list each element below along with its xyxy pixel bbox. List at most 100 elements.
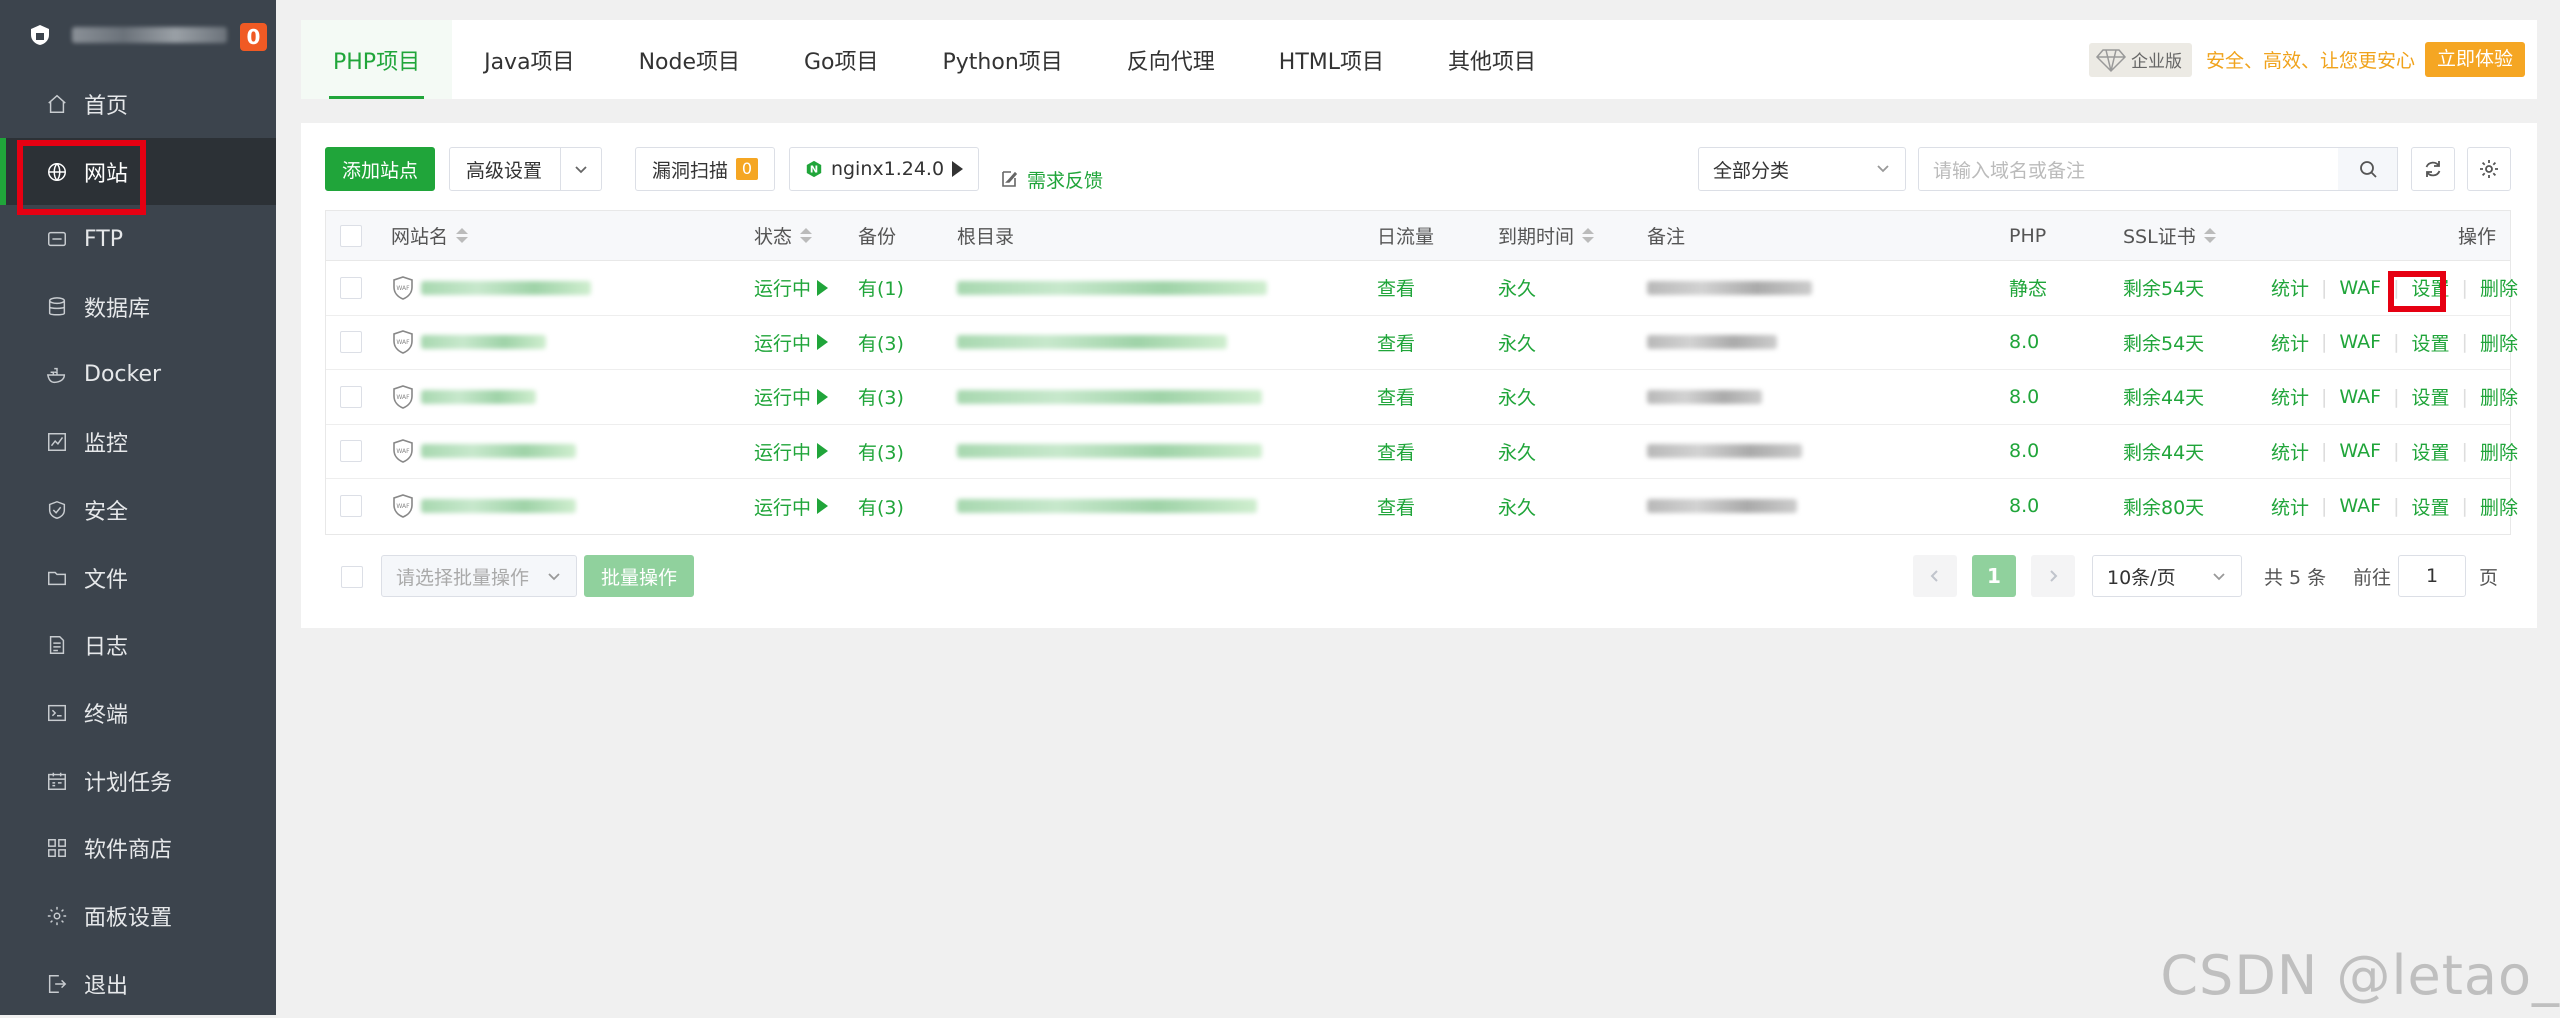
- vuln-scan-button[interactable]: 漏洞扫描 0: [635, 147, 775, 191]
- advanced-settings-button[interactable]: 高级设置: [449, 147, 602, 191]
- select-all-checkbox[interactable]: [340, 225, 362, 247]
- sidebar-item-ftp[interactable]: FTP: [0, 205, 276, 273]
- sidebar-item-logout[interactable]: 退出: [0, 950, 276, 1018]
- stats-link[interactable]: 统计: [2271, 274, 2309, 301]
- backup-link[interactable]: 有(1): [858, 274, 904, 301]
- tab-python[interactable]: Python项目: [911, 20, 1095, 99]
- add-site-button[interactable]: 添加站点: [325, 147, 435, 191]
- ssl-link[interactable]: 剩余54天: [2123, 329, 2204, 356]
- sidebar-item-database[interactable]: 数据库: [0, 273, 276, 341]
- tab-other[interactable]: 其他项目: [1416, 20, 1568, 99]
- settings-link[interactable]: 设置: [2412, 329, 2450, 356]
- row-checkbox[interactable]: [340, 495, 362, 517]
- try-now-button[interactable]: 立即体验: [2425, 42, 2525, 77]
- chevron-down-icon[interactable]: [573, 161, 589, 177]
- search-input[interactable]: 请输入域名或备注: [1918, 147, 2339, 191]
- batch-operation-button[interactable]: 批量操作: [584, 555, 694, 597]
- php-version-link[interactable]: 静态: [2009, 274, 2047, 301]
- backup-link[interactable]: 有(3): [858, 493, 904, 520]
- tab-php[interactable]: PHP项目: [301, 20, 452, 99]
- ssl-link[interactable]: 剩余54天: [2123, 274, 2204, 301]
- expire-link[interactable]: 永久: [1498, 438, 1536, 465]
- traffic-link[interactable]: 查看: [1377, 329, 1415, 356]
- row-checkbox[interactable]: [340, 331, 362, 353]
- category-select[interactable]: 全部分类: [1698, 147, 1906, 191]
- sidebar-item-files[interactable]: 文件: [0, 544, 276, 612]
- site-name-cell[interactable]: WAF: [391, 438, 576, 464]
- goto-page-input[interactable]: 1: [2398, 555, 2466, 597]
- settings-link[interactable]: 设置: [2412, 438, 2450, 465]
- root-path[interactable]: [957, 444, 1262, 458]
- tab-java[interactable]: Java项目: [452, 20, 606, 99]
- search-button[interactable]: [2338, 147, 2398, 191]
- backup-link[interactable]: 有(3): [858, 329, 904, 356]
- nginx-button[interactable]: N nginx1.24.0: [789, 147, 979, 191]
- col-expire[interactable]: 到期时间: [1498, 222, 1594, 249]
- sidebar-item-monitor[interactable]: 监控: [0, 408, 276, 476]
- traffic-link[interactable]: 查看: [1377, 274, 1415, 301]
- notification-badge[interactable]: 0: [240, 23, 267, 51]
- status-running[interactable]: 运行中: [754, 274, 828, 301]
- note-cell[interactable]: [1647, 335, 1777, 349]
- traffic-link[interactable]: 查看: [1377, 438, 1415, 465]
- php-version-link[interactable]: 8.0: [2009, 331, 2039, 353]
- root-path[interactable]: [957, 281, 1267, 295]
- root-path[interactable]: [957, 335, 1227, 349]
- traffic-link[interactable]: 查看: [1377, 493, 1415, 520]
- expire-link[interactable]: 永久: [1498, 329, 1536, 356]
- stats-link[interactable]: 统计: [2271, 438, 2309, 465]
- waf-link[interactable]: WAF: [2339, 277, 2381, 299]
- backup-link[interactable]: 有(3): [858, 438, 904, 465]
- traffic-link[interactable]: 查看: [1377, 383, 1415, 410]
- ssl-link[interactable]: 剩余44天: [2123, 438, 2204, 465]
- status-running[interactable]: 运行中: [754, 383, 828, 410]
- sidebar-item-security[interactable]: 安全: [0, 476, 276, 544]
- site-name-cell[interactable]: WAF: [391, 275, 591, 301]
- waf-link[interactable]: WAF: [2339, 495, 2381, 517]
- note-cell[interactable]: [1647, 499, 1797, 513]
- waf-link[interactable]: WAF: [2339, 386, 2381, 408]
- row-checkbox[interactable]: [340, 386, 362, 408]
- php-version-link[interactable]: 8.0: [2009, 495, 2039, 517]
- settings-link[interactable]: 设置: [2412, 493, 2450, 520]
- delete-link[interactable]: 删除: [2480, 329, 2518, 356]
- waf-link[interactable]: WAF: [2339, 331, 2381, 353]
- stats-link[interactable]: 统计: [2271, 329, 2309, 356]
- delete-link[interactable]: 删除: [2480, 493, 2518, 520]
- delete-link[interactable]: 删除: [2480, 274, 2518, 301]
- sidebar-item-store[interactable]: 软件商店: [0, 815, 276, 883]
- php-version-link[interactable]: 8.0: [2009, 440, 2039, 462]
- waf-link[interactable]: WAF: [2339, 440, 2381, 462]
- page-number-current[interactable]: 1: [1972, 555, 2016, 597]
- sidebar-item-cron[interactable]: 计划任务: [0, 747, 276, 815]
- ssl-link[interactable]: 剩余44天: [2123, 383, 2204, 410]
- sidebar-item-docker[interactable]: Docker: [0, 341, 276, 409]
- tab-go[interactable]: Go项目: [772, 20, 911, 99]
- expire-link[interactable]: 永久: [1498, 493, 1536, 520]
- ssl-link[interactable]: 剩余80天: [2123, 493, 2204, 520]
- tab-node[interactable]: Node项目: [607, 20, 772, 99]
- note-cell[interactable]: [1647, 281, 1812, 295]
- stats-link[interactable]: 统计: [2271, 383, 2309, 410]
- delete-link[interactable]: 删除: [2480, 383, 2518, 410]
- prev-page-button[interactable]: [1913, 555, 1957, 597]
- status-running[interactable]: 运行中: [754, 438, 828, 465]
- sidebar-item-home[interactable]: 首页: [0, 70, 276, 138]
- tab-reverse-proxy[interactable]: 反向代理: [1095, 20, 1247, 99]
- footer-select-all-checkbox[interactable]: [341, 566, 363, 588]
- stats-link[interactable]: 统计: [2271, 493, 2309, 520]
- root-path[interactable]: [957, 390, 1262, 404]
- note-cell[interactable]: [1647, 444, 1802, 458]
- row-checkbox[interactable]: [340, 277, 362, 299]
- site-name-cell[interactable]: WAF: [391, 493, 576, 519]
- page-size-select[interactable]: 10条/页: [2092, 555, 2242, 597]
- note-cell[interactable]: [1647, 390, 1762, 404]
- col-name[interactable]: 网站名: [391, 222, 468, 249]
- refresh-button[interactable]: [2411, 147, 2455, 191]
- expire-link[interactable]: 永久: [1498, 383, 1536, 410]
- sidebar-item-terminal[interactable]: 终端: [0, 679, 276, 747]
- sidebar-item-panel-settings[interactable]: 面板设置: [0, 882, 276, 950]
- col-ssl[interactable]: SSL证书: [2123, 222, 2216, 249]
- batch-select[interactable]: 请选择批量操作: [381, 555, 577, 597]
- php-version-link[interactable]: 8.0: [2009, 386, 2039, 408]
